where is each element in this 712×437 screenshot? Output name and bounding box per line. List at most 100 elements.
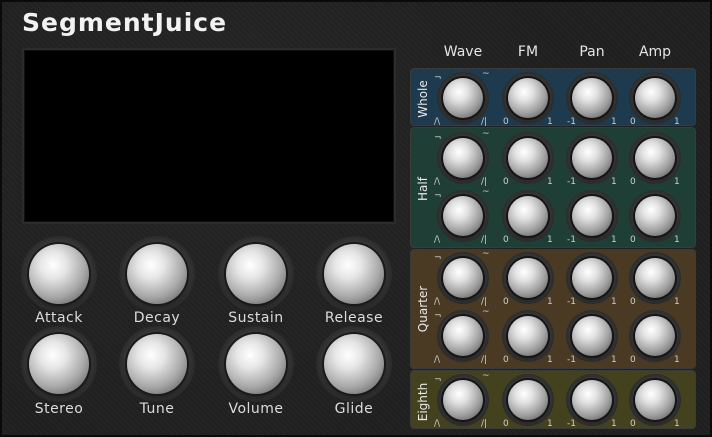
segment-fm-knob[interactable] (508, 380, 548, 420)
segment-wave-knob[interactable] (443, 380, 483, 420)
app-title: SegmentJuice (22, 8, 228, 37)
release-label: Release (324, 310, 384, 326)
wave-range-left: /\ (434, 355, 441, 365)
wave-range-left: /\ (434, 177, 441, 187)
glide-label: Glide (334, 401, 374, 417)
fm-range-min: 0 (503, 177, 509, 187)
wave-range-top-right: ~ (482, 307, 490, 317)
attack-knob[interactable] (29, 244, 89, 304)
glide-knob-ring (316, 326, 392, 402)
amp-range-max: 1 (674, 177, 680, 187)
segment-fm-knob[interactable] (508, 316, 548, 356)
section-label-eighth: Eighth (416, 382, 430, 422)
amp-range-min: 0 (630, 117, 636, 127)
amp-range-min: 0 (630, 297, 636, 307)
volume-knob-ring (218, 326, 294, 402)
amp-range-min: 0 (630, 355, 636, 365)
fm-range-min: 0 (503, 235, 509, 245)
segment-wave-knob[interactable] (443, 258, 483, 298)
sustain-label: Sustain (228, 310, 284, 326)
pan-range-max: 1 (611, 355, 617, 365)
stereo-label: Stereo (34, 401, 84, 417)
amp-range-max: 1 (674, 297, 680, 307)
attack-knob-ring (21, 236, 97, 312)
release-knob[interactable] (324, 244, 384, 304)
pan-range-min: -1 (567, 177, 576, 187)
segment-pan-knob[interactable] (572, 196, 612, 236)
pan-range-max: 1 (611, 419, 617, 429)
wave-range-top-right: ~ (482, 187, 490, 197)
segment-fm-knob[interactable] (508, 258, 548, 298)
fm-range-max: 1 (547, 297, 553, 307)
fm-range-min: 0 (503, 355, 509, 365)
fm-range-max: 1 (547, 419, 553, 429)
wave-range-top-left: ¬ (434, 375, 442, 385)
tune-label: Tune (139, 401, 175, 417)
segment-wave-knob[interactable] (443, 196, 483, 236)
glide-knob[interactable] (324, 334, 384, 394)
segment-wave-knob[interactable] (443, 78, 483, 118)
segment-amp-knob[interactable] (635, 196, 675, 236)
sustain-knob[interactable] (226, 244, 286, 304)
wave-range-right: /| (481, 419, 488, 429)
pan-range-min: -1 (567, 117, 576, 127)
segment-amp-knob[interactable] (635, 138, 675, 178)
decay-knob[interactable] (127, 244, 187, 304)
wave-range-top-right: ~ (482, 69, 490, 79)
segment-amp-knob[interactable] (635, 316, 675, 356)
amp-range-max: 1 (674, 419, 680, 429)
fm-range-min: 0 (503, 419, 509, 429)
wave-range-left: /\ (434, 297, 441, 307)
tune-knob-ring (119, 326, 195, 402)
segment-pan-knob[interactable] (572, 380, 612, 420)
pan-range-max: 1 (611, 117, 617, 127)
segment-fm-knob[interactable] (508, 138, 548, 178)
column-header-pan: Pan (579, 44, 605, 60)
attack-label: Attack (35, 310, 83, 326)
segment-amp-knob[interactable] (635, 258, 675, 298)
volume-knob[interactable] (226, 334, 286, 394)
amp-range-min: 0 (630, 177, 636, 187)
stereo-knob[interactable] (29, 334, 89, 394)
stereo-knob-ring (21, 326, 97, 402)
segment-amp-knob[interactable] (635, 78, 675, 118)
column-header-wave: Wave (443, 44, 483, 60)
segment-amp-knob[interactable] (635, 380, 675, 420)
segment-pan-knob[interactable] (572, 78, 612, 118)
segment-wave-knob[interactable] (443, 138, 483, 178)
pan-range-min: -1 (567, 297, 576, 307)
tune-knob[interactable] (127, 334, 187, 394)
segment-fm-knob[interactable] (508, 78, 548, 118)
fm-range-max: 1 (547, 355, 553, 365)
decay-label: Decay (133, 310, 181, 326)
fm-range-max: 1 (547, 235, 553, 245)
segment-pan-knob[interactable] (572, 316, 612, 356)
wave-range-top-right: ~ (482, 249, 490, 259)
fm-range-min: 0 (503, 117, 509, 127)
segment-pan-knob[interactable] (572, 138, 612, 178)
amp-range-max: 1 (674, 355, 680, 365)
pan-range-min: -1 (567, 419, 576, 429)
segment-wave-knob[interactable] (443, 316, 483, 356)
waveform-display (22, 48, 396, 224)
wave-range-top-left: ¬ (434, 191, 442, 201)
decay-knob-ring (119, 236, 195, 312)
amp-range-min: 0 (630, 419, 636, 429)
column-header-amp: Amp (638, 44, 672, 60)
segment-pan-knob[interactable] (572, 258, 612, 298)
section-label-quarter: Quarter (416, 285, 430, 333)
wave-range-left: /\ (434, 419, 441, 429)
pan-range-max: 1 (611, 297, 617, 307)
wave-range-top-right: ~ (482, 129, 490, 139)
pan-range-max: 1 (611, 235, 617, 245)
wave-range-right: /| (481, 297, 488, 307)
wave-range-right: /| (481, 235, 488, 245)
wave-range-right: /| (481, 355, 488, 365)
plugin-window: SegmentJuice Wave FM Pan Amp Attack Deca… (0, 0, 712, 437)
fm-range-min: 0 (503, 297, 509, 307)
wave-range-top-left: ¬ (434, 133, 442, 143)
column-header-fm: FM (517, 44, 539, 60)
segment-fm-knob[interactable] (508, 196, 548, 236)
pan-range-max: 1 (611, 177, 617, 187)
section-label-half: Half (416, 177, 430, 201)
